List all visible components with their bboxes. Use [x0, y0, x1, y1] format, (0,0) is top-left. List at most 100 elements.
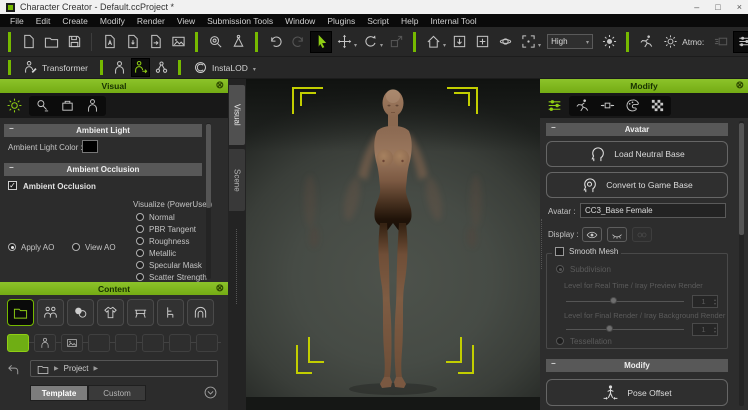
tab-animation[interactable]	[575, 98, 590, 113]
scrollbar-thumb[interactable]	[206, 124, 211, 208]
breadcrumb[interactable]: ▶ Project ▶	[30, 360, 218, 377]
content-category-cloth[interactable]	[97, 299, 124, 326]
fit-to-view-button[interactable]	[471, 31, 493, 53]
final-spinbox[interactable]: 1 ▴▾	[692, 323, 718, 336]
menu-item-window[interactable]: Window	[279, 16, 321, 26]
scale-tool-button[interactable]	[385, 31, 407, 53]
content-filter-empty[interactable]	[88, 334, 110, 352]
tessellation-radio[interactable]	[556, 337, 564, 345]
tab-shadow[interactable]	[60, 98, 75, 113]
tab-adjust[interactable]	[546, 97, 563, 114]
transformer-button[interactable]: Transformer	[18, 58, 93, 78]
modify-section-bar[interactable]: − Modify	[546, 359, 728, 372]
convert-to-game-base-button[interactable]: Convert to Game Base	[546, 172, 728, 198]
atmosphere-button[interactable]: Atmo:	[658, 32, 709, 52]
new-project-button[interactable]	[17, 31, 39, 53]
menu-item-internal-tool[interactable]: Internal Tool	[424, 16, 482, 26]
visualize-radio-metallic[interactable]	[136, 249, 144, 257]
open-project-button[interactable]	[40, 31, 62, 53]
visualize-radio-roughness[interactable]	[136, 237, 144, 245]
instalod-button[interactable]: InstaLOD▾	[188, 58, 261, 78]
home-dropdown-caret[interactable]: ▾	[443, 42, 446, 49]
move-dropdown-caret[interactable]: ▾	[354, 42, 357, 49]
quality-select[interactable]: High▾	[547, 34, 593, 49]
smooth-mesh-row[interactable]: Smooth Mesh	[552, 247, 621, 256]
collapse-icon[interactable]: −	[9, 163, 14, 172]
edit-motion-button[interactable]	[110, 58, 129, 77]
collapse-icon[interactable]: −	[551, 123, 556, 132]
redo-button[interactable]	[287, 31, 309, 53]
content-category-stage[interactable]	[187, 299, 214, 326]
side-tab-visual[interactable]: Visual	[229, 85, 245, 145]
export-button[interactable]	[144, 31, 166, 53]
rotate-dropdown-caret[interactable]: ▾	[380, 42, 383, 49]
smooth-mesh-checkbox[interactable]	[555, 247, 564, 256]
import-button[interactable]	[121, 31, 143, 53]
ambient-occlusion-checkbox[interactable]: ✓	[8, 181, 17, 190]
content-category-character[interactable]	[37, 299, 64, 326]
content-category-accessory[interactable]	[127, 299, 154, 326]
tab-light[interactable]	[35, 98, 50, 113]
select-tool-button[interactable]	[310, 31, 332, 53]
breadcrumb-back-button[interactable]	[6, 362, 21, 377]
panel-drag-handle[interactable]	[236, 229, 237, 304]
tab-character-display[interactable]	[85, 98, 100, 113]
content-category-material[interactable]	[67, 299, 94, 326]
side-tab-scene[interactable]: Scene	[229, 149, 245, 211]
visualize-radio-scatter-strength[interactable]	[136, 273, 144, 281]
maximize-button[interactable]: □	[715, 2, 720, 12]
close-icon[interactable]: ⊗	[216, 283, 224, 294]
ambient-light-section-bar[interactable]: − Ambient Light	[4, 124, 202, 137]
character-model[interactable]	[246, 79, 540, 410]
menu-item-edit[interactable]: Edit	[30, 16, 57, 26]
rotate-tool-button[interactable]	[359, 31, 381, 53]
menu-item-plugins[interactable]: Plugins	[321, 16, 361, 26]
avatar-name-input[interactable]	[580, 203, 726, 218]
frame-dropdown-caret[interactable]: ▾	[538, 42, 541, 49]
modify-panel-scrollbar[interactable]	[739, 121, 744, 406]
default-stage-button[interactable]	[448, 31, 470, 53]
viewport-3d[interactable]	[246, 79, 540, 410]
tab-texture[interactable]	[650, 98, 665, 113]
close-icon[interactable]: ⊗	[736, 80, 744, 91]
display-linked-button[interactable]	[632, 227, 652, 242]
pose-offset-button[interactable]: Pose Offset	[546, 379, 728, 406]
safe-frame-button[interactable]	[517, 31, 539, 53]
load-neutral-base-button[interactable]: Load Neutral Base	[546, 141, 728, 167]
content-filter-empty[interactable]	[169, 334, 191, 352]
visualize-radio-specular-mask[interactable]	[136, 261, 144, 269]
tab-custom[interactable]: Custom	[88, 385, 146, 401]
close-icon[interactable]: ⊗	[216, 80, 224, 91]
avatar-section-bar[interactable]: − Avatar	[546, 123, 728, 136]
orbit-view-button[interactable]	[494, 31, 516, 53]
visualize-radio-normal[interactable]	[136, 213, 144, 221]
spin-down-icon[interactable]: ▾	[714, 330, 716, 334]
move-tool-button[interactable]	[333, 31, 355, 53]
final-slider[interactable]	[566, 329, 684, 330]
content-expand-button[interactable]	[203, 385, 218, 400]
minimize-button[interactable]: –	[694, 2, 699, 12]
apply-ao-radio[interactable]	[8, 243, 16, 251]
display-show-mesh-button[interactable]	[582, 227, 602, 242]
content-filter-empty[interactable]	[115, 334, 137, 352]
scrollbar-thumb[interactable]	[739, 123, 744, 235]
breadcrumb-root[interactable]: Project	[64, 364, 89, 373]
tab-morph[interactable]	[600, 98, 615, 113]
render-settings-button[interactable]	[733, 31, 748, 53]
realtime-spinbox[interactable]: 1 ▴▾	[692, 295, 718, 308]
content-filter-character[interactable]	[34, 334, 56, 352]
collapse-icon[interactable]: −	[9, 124, 14, 133]
menu-item-modify[interactable]: Modify	[94, 16, 131, 26]
mesh-cluster-button[interactable]	[152, 58, 171, 77]
zoom-to-all-button[interactable]	[204, 31, 226, 53]
content-category-all[interactable]	[7, 299, 34, 326]
panel-drag-handle[interactable]	[541, 219, 542, 269]
wind-button[interactable]	[710, 31, 732, 53]
content-category-prop[interactable]	[157, 299, 184, 326]
undo-button[interactable]	[264, 31, 286, 53]
content-filter-image[interactable]	[61, 334, 83, 352]
home-view-button[interactable]	[422, 31, 444, 53]
content-filter-empty[interactable]	[142, 334, 164, 352]
content-filter-template[interactable]	[7, 334, 29, 352]
menu-item-script[interactable]: Script	[361, 16, 395, 26]
